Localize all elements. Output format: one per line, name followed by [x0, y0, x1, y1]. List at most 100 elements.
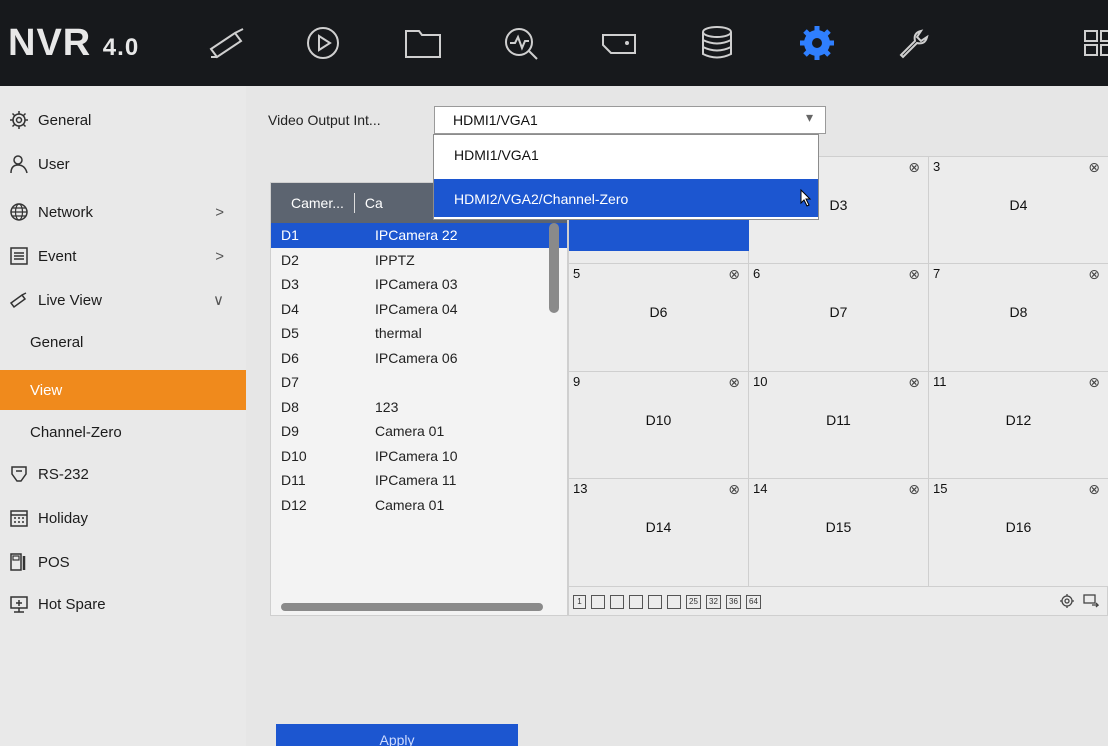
sidebar-item-label: POS — [38, 553, 70, 571]
hot-spare-icon — [8, 593, 30, 615]
camera-row[interactable]: D11 IPCamera 11 — [271, 468, 567, 493]
dropdown-option-hdmi2-vga2-channel-zero[interactable]: HDMI2/VGA2/Channel-Zero — [434, 179, 818, 217]
close-icon[interactable]: ⊗ — [908, 481, 920, 498]
close-icon[interactable]: ⊗ — [728, 481, 740, 498]
playback-icon[interactable] — [296, 18, 350, 68]
column-header-camera-name[interactable]: Ca — [365, 195, 383, 211]
window-number: 3 — [933, 159, 941, 174]
storage-icon[interactable] — [690, 18, 744, 68]
logo-text: NVR — [8, 22, 92, 64]
settings-gear-icon[interactable] — [1059, 593, 1075, 609]
column-divider[interactable] — [353, 193, 355, 213]
smart-analysis-icon[interactable] — [494, 18, 548, 68]
camera-name: IPCamera 06 — [375, 349, 458, 366]
vertical-scrollbar[interactable] — [549, 223, 559, 313]
window-cell[interactable]: 3 ⊗ D4 — [929, 157, 1108, 264]
layout-1-button[interactable]: 1 — [573, 595, 586, 609]
close-icon[interactable]: ⊗ — [908, 266, 920, 283]
video-output-dropdown: HDMI1/VGA1 HDMI2/VGA2/Channel-Zero — [433, 134, 819, 220]
camera-row[interactable]: D10 IPCamera 10 — [271, 444, 567, 469]
window-camera-label: D10 — [645, 412, 672, 428]
sidebar-subitem-view[interactable]: View — [0, 370, 246, 410]
close-icon[interactable]: ⊗ — [728, 266, 740, 283]
sidebar-item-event[interactable]: Event > — [0, 236, 246, 276]
camera-list: Camer... Ca D1 IPCamera 22 D2 IPPTZ D3 IPCa… — [270, 182, 568, 616]
window-cell[interactable]: 7 ⊗ D8 — [929, 264, 1108, 372]
close-icon[interactable]: ⊗ — [908, 159, 920, 176]
output-switch-icon[interactable] — [1083, 593, 1100, 609]
window-camera-label: D12 — [1005, 412, 1032, 428]
sidebar-item-network[interactable]: Network > — [0, 192, 246, 232]
sidebar-item-label: Event — [38, 247, 77, 265]
sidebar-item-label: Network — [38, 203, 94, 221]
camera-row[interactable]: D6 IPCamera 06 — [271, 346, 567, 371]
window-cell[interactable]: 9 ⊗ D10 — [569, 372, 749, 479]
maintenance-wrench-icon[interactable] — [886, 18, 940, 68]
close-icon[interactable]: ⊗ — [1088, 159, 1100, 176]
sidebar-item-hot-spare[interactable]: Hot Spare — [0, 584, 246, 624]
layout-25-button[interactable]: 25 — [686, 595, 701, 609]
window-cell[interactable]: 5 ⊗ D6 — [569, 264, 749, 372]
window-cell[interactable]: 15 ⊗ D16 — [929, 479, 1108, 587]
close-icon[interactable]: ⊗ — [1088, 266, 1100, 283]
camera-name: IPPTZ — [375, 251, 415, 268]
configuration-gear-icon[interactable] — [790, 18, 844, 68]
close-icon[interactable]: ⊗ — [1088, 374, 1100, 391]
sidebar-item-label: Hot Spare — [38, 595, 106, 613]
close-icon[interactable]: ⊗ — [728, 374, 740, 391]
sidebar-item-pos[interactable]: POS — [0, 542, 246, 582]
sidebar-item-user[interactable]: User — [0, 144, 246, 184]
camera-row[interactable]: D12 Camera 01 — [271, 493, 567, 518]
camera-row[interactable]: D9 Camera 01 — [271, 419, 567, 444]
sidebar-item-label: General — [38, 111, 92, 129]
dropdown-option-hdmi1-vga1[interactable]: HDMI1/VGA1 — [434, 135, 818, 173]
file-folder-icon[interactable] — [396, 18, 450, 68]
user-icon — [8, 153, 30, 175]
window-cell[interactable]: 10 ⊗ D11 — [749, 372, 929, 479]
window-camera-label: D7 — [829, 304, 848, 320]
layout-16-button[interactable] — [667, 595, 681, 609]
window-cell[interactable]: 11 ⊗ D12 — [929, 372, 1108, 479]
sidebar-item-label: User — [38, 155, 70, 173]
camera-name: IPCamera 04 — [375, 300, 458, 317]
close-icon[interactable]: ⊗ — [1088, 481, 1100, 498]
window-cell[interactable]: 6 ⊗ D7 — [749, 264, 929, 372]
sidebar-item-label: Live View — [38, 291, 102, 309]
window-cell[interactable]: 13 ⊗ D14 — [569, 479, 749, 587]
sidebar-subitem-channel-zero[interactable]: Channel-Zero — [0, 412, 246, 452]
layout-9-button[interactable] — [648, 595, 662, 609]
column-header-camera-no[interactable]: Camer... — [291, 195, 344, 211]
camera-row[interactable]: D8 123 — [271, 395, 567, 420]
camera-row[interactable]: D3 IPCamera 03 — [271, 272, 567, 297]
sidebar-item-general[interactable]: General — [0, 100, 246, 140]
layout-64-button[interactable]: 64 — [746, 595, 761, 609]
apply-button[interactable]: Apply — [276, 724, 518, 746]
sidebar-item-rs232[interactable]: RS-232 — [0, 454, 246, 494]
camera-row[interactable]: D7 — [271, 370, 567, 395]
layout-4-button[interactable] — [591, 595, 605, 609]
sidebar-item-live-view[interactable]: Live View ∨ — [0, 280, 246, 320]
horizontal-scrollbar[interactable] — [281, 603, 543, 611]
live-view-camera-icon[interactable] — [200, 18, 254, 68]
camera-id: D9 — [281, 423, 299, 440]
layout-6-button[interactable] — [610, 595, 624, 609]
camera-row[interactable]: D4 IPCamera 04 — [271, 297, 567, 322]
layout-8-button[interactable] — [629, 595, 643, 609]
camera-id: D12 — [281, 496, 307, 513]
pos-icon — [8, 551, 30, 573]
sidebar-item-label: Channel-Zero — [30, 423, 122, 441]
camera-management-icon[interactable] — [592, 18, 646, 68]
event-list-icon — [8, 245, 30, 267]
layout-36-button[interactable]: 36 — [726, 595, 741, 609]
layout-32-button[interactable]: 32 — [706, 595, 721, 609]
close-icon[interactable]: ⊗ — [908, 374, 920, 391]
sidebar-item-holiday[interactable]: Holiday — [0, 498, 246, 538]
camera-row[interactable]: D2 IPPTZ — [271, 248, 567, 273]
camera-row[interactable]: D5 thermal — [271, 321, 567, 346]
camera-row[interactable]: D1 IPCamera 22 — [271, 223, 567, 248]
grid-layout-icon[interactable] — [1066, 18, 1108, 68]
window-number: 9 — [573, 374, 581, 389]
video-output-select[interactable]: HDMI1/VGA1 ▾ — [434, 106, 826, 134]
sidebar-subitem-general[interactable]: General — [0, 322, 246, 362]
window-cell[interactable]: 14 ⊗ D15 — [749, 479, 929, 587]
